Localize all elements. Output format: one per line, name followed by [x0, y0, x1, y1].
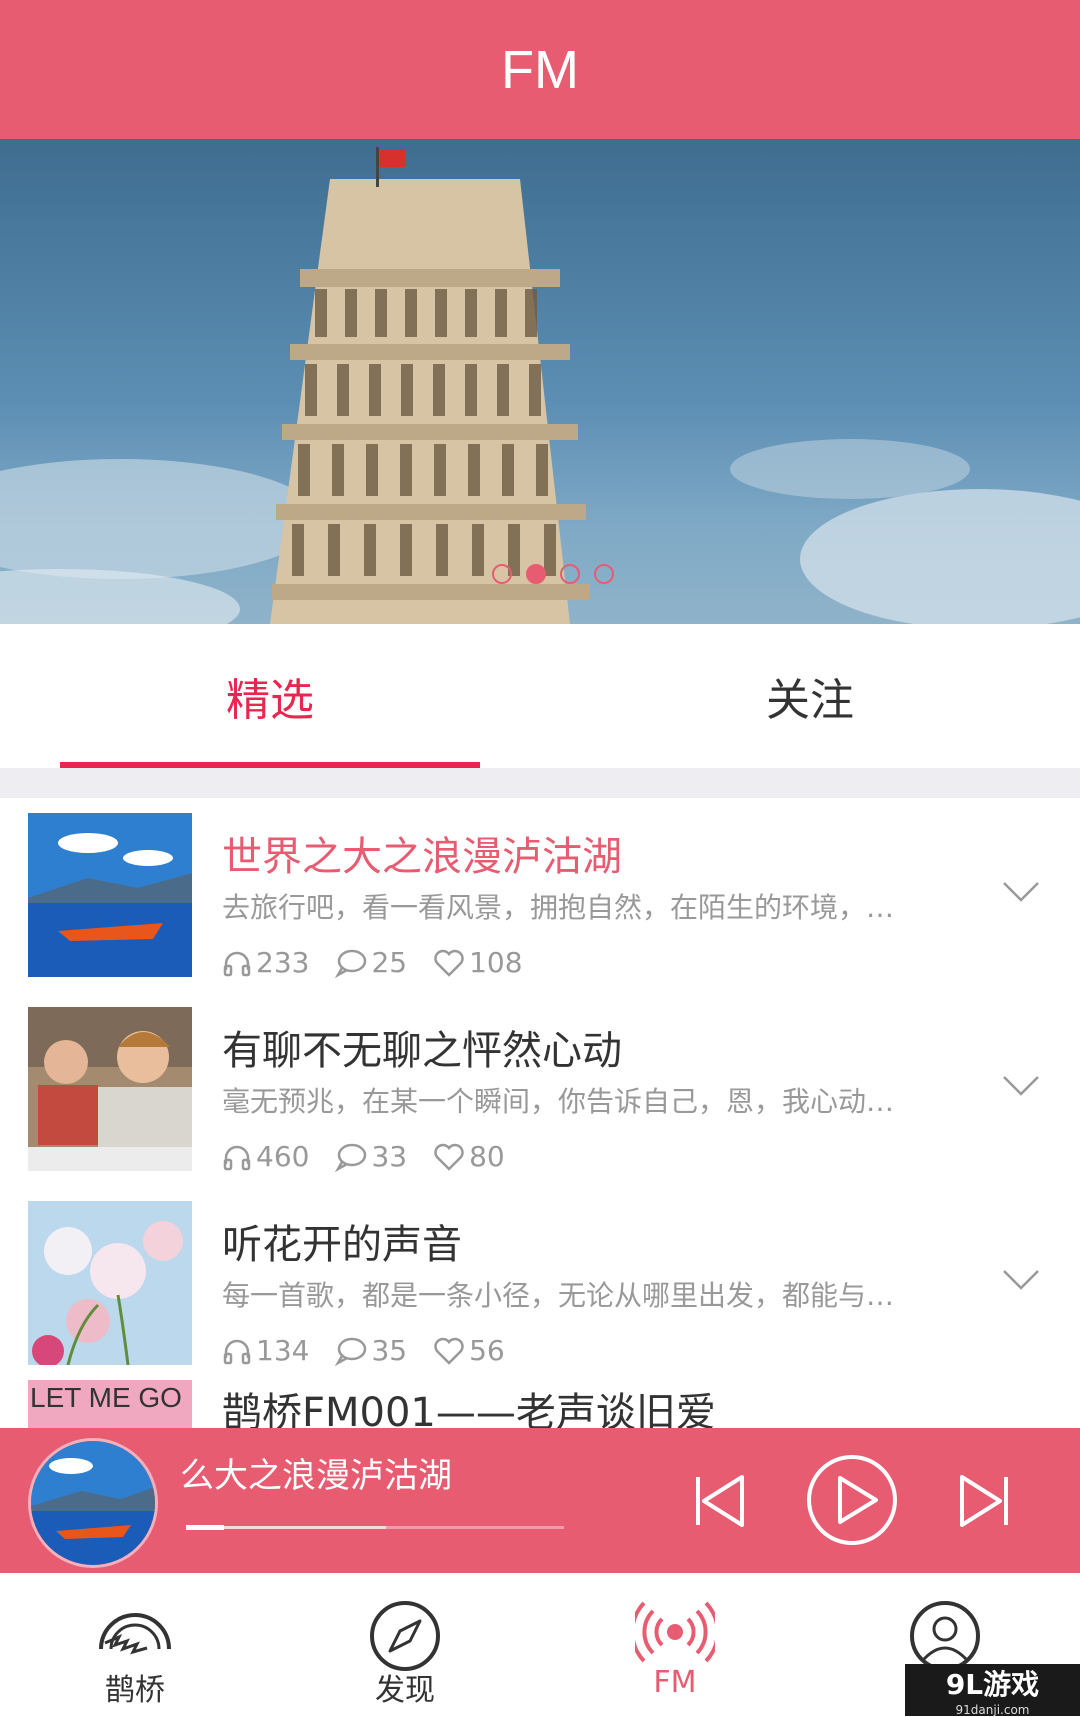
comment-count: 33 — [335, 1140, 407, 1173]
program-title[interactable]: 听花开的声音 — [222, 1212, 462, 1270]
carousel-indicator[interactable] — [492, 564, 614, 584]
watermark-brand: 9L游戏 — [945, 1668, 1040, 1701]
headphones-icon — [223, 1339, 251, 1364]
play-count-value: 134 — [256, 1334, 310, 1367]
previous-button[interactable] — [694, 1474, 746, 1528]
now-playing-title: 么大之浪漫泸沽湖 — [180, 1456, 452, 1496]
program-title[interactable]: 世界之大之浪漫泸沽湖 — [222, 824, 622, 882]
next-button[interactable] — [958, 1474, 1010, 1528]
program-thumbnail — [28, 1007, 192, 1171]
comment-icon — [335, 949, 367, 978]
comment-count-value: 25 — [371, 946, 408, 979]
app-header: FM — [0, 0, 1080, 139]
chevron-down-icon[interactable] — [1002, 880, 1040, 904]
tab-following-label: 关注 — [766, 675, 854, 726]
nav-item-fm[interactable]: FM — [540, 1573, 810, 1716]
heart-icon — [434, 949, 464, 977]
like-count-value: 56 — [469, 1334, 505, 1367]
nav-item-bridge[interactable]: 鹊桥 — [0, 1573, 270, 1716]
tab-bar: 精选 关注 — [0, 624, 1080, 768]
program-description: 毫无预兆，在某一个瞬间，你告诉自己，恩，我心动… — [222, 1085, 895, 1118]
comment-count-value: 33 — [371, 1140, 408, 1173]
carousel-dot[interactable] — [560, 564, 580, 584]
heart-icon — [434, 1143, 464, 1171]
like-count-value: 108 — [469, 946, 523, 979]
program-stats: 134 35 56 — [222, 1334, 531, 1367]
bridge-icon — [99, 1613, 171, 1655]
like-count-value: 80 — [469, 1140, 505, 1173]
play-count-value: 233 — [256, 946, 310, 979]
program-thumbnail — [28, 1201, 192, 1365]
program-thumbnail — [28, 813, 192, 977]
program-thumbnail: LET ME GO — [28, 1380, 192, 1428]
radio-icon — [635, 1601, 715, 1663]
page-title: FM — [501, 39, 579, 100]
chevron-down-icon[interactable] — [1002, 1268, 1040, 1292]
nav-item-discover[interactable]: 发现 — [270, 1573, 540, 1716]
headphones-icon — [223, 1145, 251, 1170]
comment-icon — [335, 1337, 367, 1366]
user-icon — [910, 1601, 980, 1671]
comment-count: 35 — [335, 1334, 407, 1367]
program-title[interactable]: 有聊不无聊之怦然心动 — [222, 1018, 622, 1076]
comment-count: 25 — [335, 946, 407, 979]
section-divider — [0, 768, 1080, 798]
watermark-site: 91danji.com — [955, 1703, 1030, 1717]
play-count: 233 — [222, 946, 309, 979]
progress-fill[interactable] — [186, 1525, 224, 1530]
list-item[interactable]: LET ME GO 鹊桥FM001——老声谈旧爱 — [0, 1380, 1080, 1428]
headphones-icon — [223, 951, 251, 976]
program-list[interactable]: 世界之大之浪漫泸沽湖 去旅行吧，看一看风景，拥抱自然，在陌生的环境，… 233 … — [0, 798, 1080, 1428]
program-description: 去旅行吧，看一看风景，拥抱自然，在陌生的环境，… — [222, 891, 895, 924]
banner-image — [0, 147, 1080, 624]
like-count: 108 — [433, 946, 523, 979]
program-title[interactable]: 鹊桥FM001——老声谈旧爱 — [222, 1380, 716, 1428]
like-count: 56 — [433, 1334, 505, 1367]
watermark-logo: 9L游戏 91danji.com — [905, 1664, 1080, 1717]
play-count: 460 — [222, 1140, 309, 1173]
program-description: 每一首歌，都是一条小径，无论从哪里出发，都能与… — [222, 1279, 895, 1312]
banner-carousel[interactable] — [0, 139, 1080, 624]
play-button[interactable] — [806, 1454, 898, 1546]
play-count-value: 460 — [256, 1140, 310, 1173]
like-count: 80 — [433, 1140, 505, 1173]
carousel-dot-active[interactable] — [526, 564, 546, 584]
program-stats: 460 33 80 — [222, 1140, 531, 1173]
nav-item-fm-label: FM — [653, 1665, 697, 1700]
carousel-dot[interactable] — [492, 564, 512, 584]
carousel-dot[interactable] — [594, 564, 614, 584]
tab-following[interactable]: 关注 — [540, 624, 1080, 768]
list-item[interactable]: 世界之大之浪漫泸沽湖 去旅行吧，看一看风景，拥抱自然，在陌生的环境，… 233 … — [0, 798, 1080, 992]
nav-item-bridge-label: 鹊桥 — [105, 1673, 165, 1708]
mini-player[interactable]: 么大之浪漫泸沽湖 — [0, 1428, 1080, 1573]
program-stats: 233 25 108 — [222, 946, 549, 979]
nav-item-discover-label: 发现 — [375, 1673, 435, 1708]
list-item[interactable]: 有聊不无聊之怦然心动 毫无预兆，在某一个瞬间，你告诉自己，恩，我心动… 460 … — [0, 992, 1080, 1186]
now-playing-cover[interactable] — [28, 1438, 158, 1568]
tab-featured[interactable]: 精选 — [0, 624, 540, 768]
tab-featured-label: 精选 — [226, 675, 314, 726]
list-item[interactable]: 听花开的声音 每一首歌，都是一条小径，无论从哪里出发，都能与… 134 35 5… — [0, 1186, 1080, 1380]
heart-icon — [434, 1337, 464, 1365]
comment-count-value: 35 — [371, 1334, 408, 1367]
comment-icon — [335, 1143, 367, 1172]
compass-icon — [370, 1601, 440, 1671]
thumbnail-text: LET ME GO — [30, 1382, 182, 1413]
chevron-down-icon[interactable] — [1002, 1074, 1040, 1098]
play-count: 134 — [222, 1334, 309, 1367]
